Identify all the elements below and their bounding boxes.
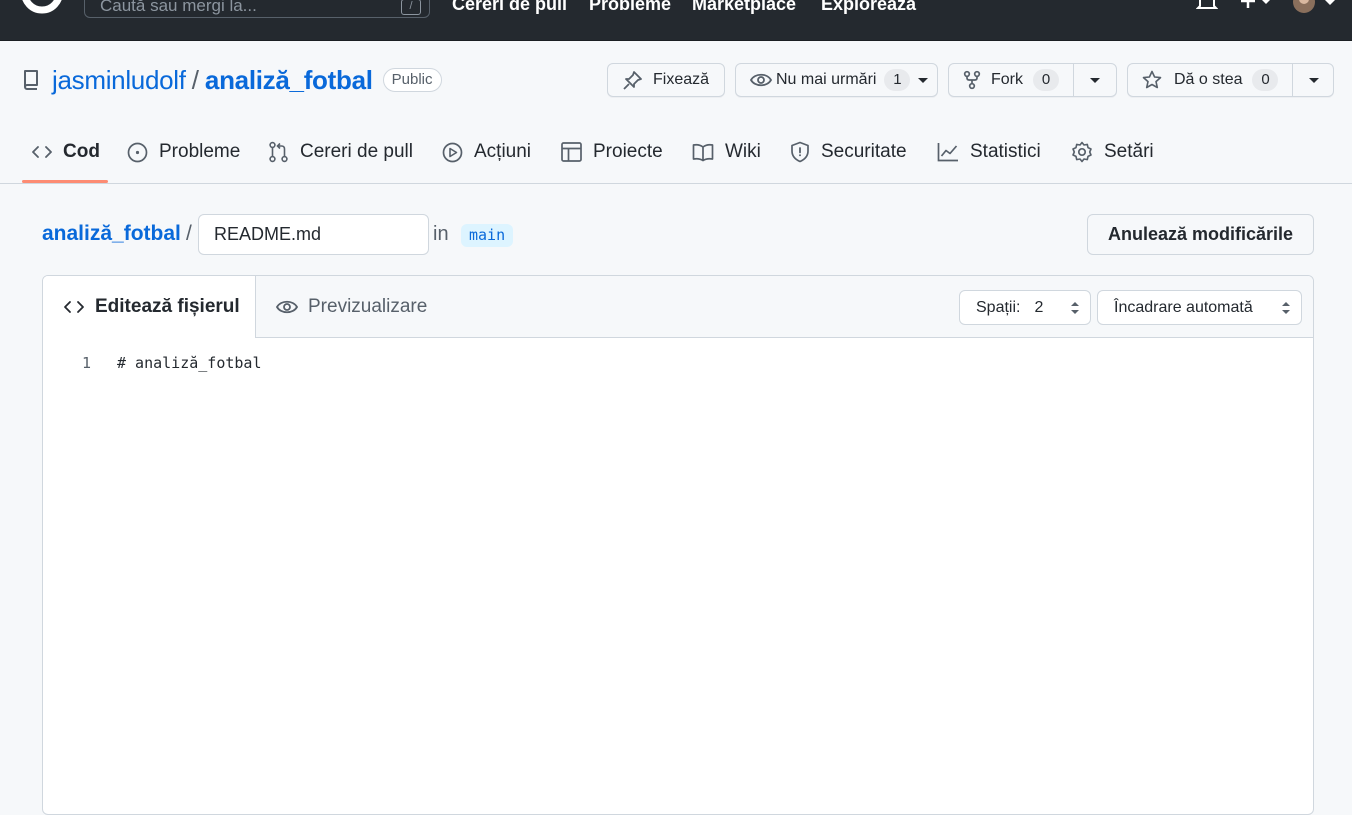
active-tab-indicator [22, 180, 108, 183]
code-icon [64, 301, 84, 313]
pin-icon [623, 71, 642, 90]
repo-title: jasminludolf / analiză_fotbal Public [22, 64, 442, 96]
fork-dropdown-button[interactable] [1073, 64, 1116, 96]
breadcrumb-separator: / [186, 222, 192, 245]
chevron-down-icon [1090, 77, 1100, 83]
fork-icon [963, 70, 981, 90]
bell-icon[interactable] [1196, 0, 1218, 12]
filename-input[interactable] [198, 214, 429, 255]
line-number: 1 [82, 354, 92, 372]
pin-button[interactable]: Fixează [607, 63, 725, 97]
table-icon [561, 142, 582, 162]
header-nav-marketplace[interactable]: Marketplace [692, 0, 796, 14]
repo-title-separator: / [191, 64, 199, 95]
eye-icon [750, 73, 772, 87]
repo-owner-link[interactable]: jasminludolf [52, 65, 186, 96]
header-nav-explore[interactable]: Explorează [821, 0, 916, 14]
star-label: Dă o stea [1174, 71, 1243, 88]
star-icon [1142, 70, 1162, 89]
search-placeholder: Caută sau mergi la... [100, 0, 257, 15]
tab-label: Cereri de pull [300, 141, 413, 162]
play-icon [442, 142, 463, 162]
pull-request-icon [269, 141, 288, 163]
tab-security[interactable]: Securitate [790, 138, 907, 166]
pin-label: Fixează [653, 71, 710, 88]
wrap-mode-select[interactable]: Încadrare automată [1097, 290, 1302, 325]
fork-count: 0 [1033, 69, 1059, 91]
star-button[interactable]: Dă o stea 0 [1128, 64, 1292, 96]
tab-label: Probleme [159, 141, 241, 162]
select-arrows-icon [1071, 302, 1079, 314]
watch-count: 1 [884, 69, 911, 91]
tab-edit-file[interactable]: Editează fișierul [43, 276, 256, 338]
preview-tab-label: Previzualizare [308, 295, 428, 317]
edit-tab-label: Editează fișierul [95, 296, 240, 317]
chevron-down-icon [918, 77, 929, 83]
breadcrumb-repo-link[interactable]: analiză_fotbal [42, 222, 181, 246]
repo-icon [24, 70, 38, 90]
file-editor: Editează fișierul Previzualizare Spații:… [42, 275, 1314, 815]
chevron-down-icon [1309, 77, 1320, 83]
tab-actions[interactable]: Acțiuni [442, 138, 531, 166]
global-header: Caută sau mergi la... / Cereri de pull P… [0, 0, 1352, 41]
repo-name-link[interactable]: analiză_fotbal [205, 65, 373, 96]
tab-label: Statistici [970, 141, 1041, 162]
github-logo-icon[interactable] [20, 0, 64, 20]
editor-toolbar: Editează fișierul Previzualizare Spații:… [43, 276, 1313, 338]
fork-label: Fork [991, 71, 1023, 88]
gear-icon [1072, 141, 1092, 163]
graph-icon [937, 143, 958, 162]
avatar[interactable] [1292, 0, 1336, 14]
indent-size-select[interactable]: Spații: 2 [959, 290, 1091, 325]
tab-pull-requests[interactable]: Cereri de pull [268, 138, 413, 166]
cancel-changes-button[interactable]: Anulează modificările [1087, 214, 1314, 255]
tab-label: Securitate [821, 141, 907, 162]
code-icon [32, 146, 52, 158]
eye-icon [276, 300, 298, 313]
repo-tabs: Cod Probleme Cereri de pull Acțiuni Proi… [0, 120, 1352, 184]
tab-settings[interactable]: Setări [1071, 138, 1154, 166]
indent-label: Spații: [976, 298, 1021, 316]
create-new-icon[interactable] [1238, 0, 1276, 12]
star-button-group: Dă o stea 0 [1127, 63, 1334, 97]
visibility-badge: Public [382, 68, 442, 92]
watch-label: Nu mai urmări [776, 71, 877, 88]
wrap-mode-value: Încadrare automată [1114, 298, 1253, 316]
tab-projects[interactable]: Proiecte [561, 138, 663, 166]
tab-code[interactable]: Cod [32, 138, 100, 166]
book-icon [692, 143, 714, 161]
tab-wiki[interactable]: Wiki [692, 138, 761, 166]
shield-icon [791, 141, 809, 163]
tab-label: Proiecte [593, 141, 663, 162]
tab-label: Acțiuni [474, 141, 532, 162]
search-input[interactable]: Caută sau mergi la... / [84, 0, 430, 18]
unwatch-button[interactable]: Nu mai urmări 1 [735, 63, 938, 97]
indent-value: 2 [1034, 298, 1044, 316]
fork-button-group: Fork 0 [948, 63, 1117, 97]
star-dropdown-button[interactable] [1292, 64, 1335, 96]
code-line[interactable]: # analiză_fotbal [117, 354, 262, 372]
header-nav-issues[interactable]: Probleme [589, 0, 671, 14]
fork-button[interactable]: Fork 0 [949, 64, 1073, 96]
star-count: 0 [1252, 69, 1279, 91]
branch-name: main [461, 224, 514, 247]
tab-insights[interactable]: Statistici [937, 138, 1041, 166]
tab-label: Wiki [725, 141, 761, 162]
issue-icon [127, 142, 148, 162]
tab-issues[interactable]: Probleme [127, 138, 240, 166]
search-shortcut-hint: / [401, 0, 421, 15]
tab-label: Cod [63, 141, 100, 162]
tab-label: Setări [1104, 141, 1154, 162]
tab-preview[interactable]: Previzualizare [276, 276, 427, 337]
select-arrows-icon [1282, 302, 1290, 314]
header-nav-pull-requests[interactable]: Cereri de pull [452, 0, 567, 14]
in-branch-label: in [433, 223, 449, 245]
